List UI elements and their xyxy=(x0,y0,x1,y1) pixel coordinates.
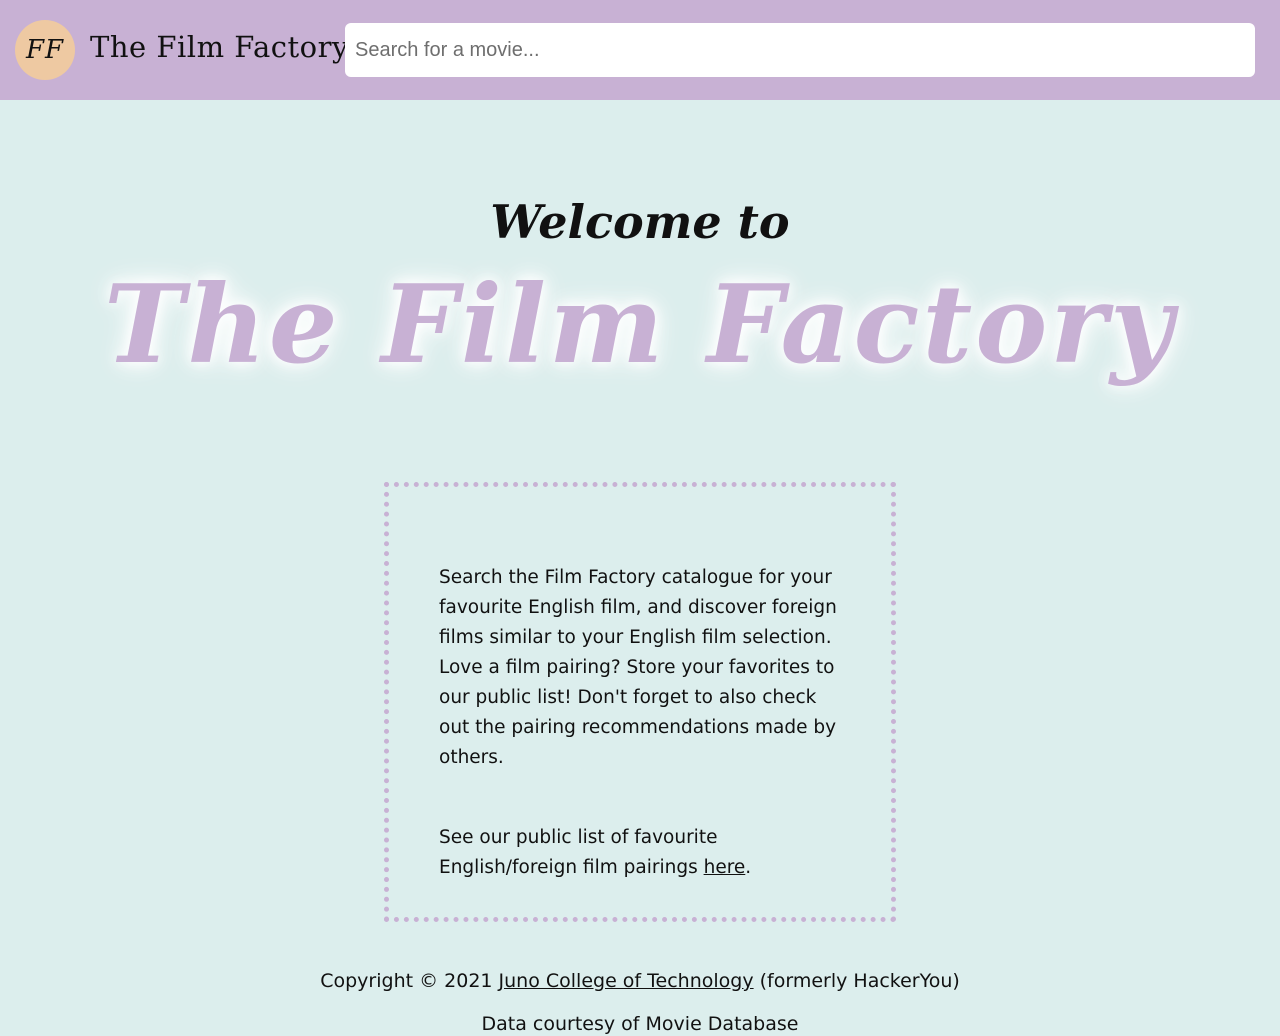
info-box: Search the Film Factory catalogue for yo… xyxy=(384,482,896,922)
copyright-line: Copyright © 2021 Juno College of Technol… xyxy=(0,970,1280,992)
hero-title: The Film Factory xyxy=(104,262,1176,388)
public-list-period: . xyxy=(745,857,752,878)
juno-college-link[interactable]: Juno College of Technology xyxy=(499,970,754,992)
intro-paragraph: Search the Film Factory catalogue for yo… xyxy=(439,567,837,768)
data-credit: Data courtesy of Movie Database xyxy=(481,1013,799,1035)
welcome-heading: Welcome to xyxy=(490,195,790,249)
top-header: FF The Film Factory xyxy=(0,0,1280,100)
movie-search-input[interactable] xyxy=(345,23,1255,77)
copyright-text: Copyright © 2021 xyxy=(320,970,499,992)
public-list-paragraph: See our public list of favourite English… xyxy=(439,823,841,883)
brand-name[interactable]: The Film Factory xyxy=(90,30,349,64)
public-list-text: See our public list of favourite English… xyxy=(439,827,718,878)
logo-badge[interactable]: FF xyxy=(15,20,75,80)
copyright-suffix: (formerly HackerYou) xyxy=(753,970,960,992)
public-list-link[interactable]: here xyxy=(704,857,746,878)
logo-initials: FF xyxy=(25,35,65,65)
